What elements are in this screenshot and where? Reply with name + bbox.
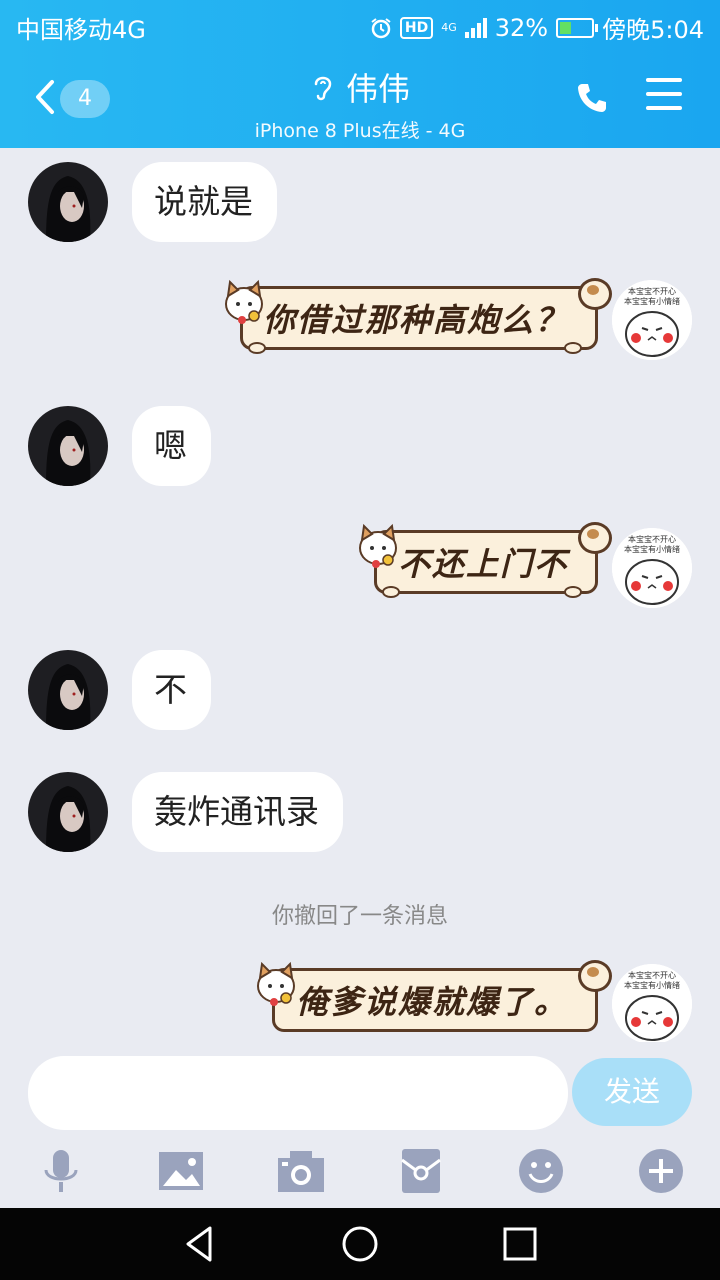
online-status: iPhone 8 Plus在线 - 4G (254, 120, 466, 142)
contact-avatar[interactable] (28, 772, 108, 852)
carrier-label: 中国移动4G (16, 16, 146, 44)
input-bar: 发送 (0, 1042, 720, 1208)
my-avatar[interactable]: 本宝宝不开心 本宝宝有小情绪 (612, 964, 692, 1042)
battery-percent: 32% (494, 13, 549, 42)
message-bubble[interactable]: 说就是 (132, 162, 277, 242)
message-bubble[interactable]: 嗯 (132, 406, 211, 486)
send-button[interactable]: 发送 (572, 1058, 692, 1126)
microphone-icon[interactable] (36, 1146, 86, 1196)
title-area: 伟伟 iPhone 8 Plus在线 - 4G (0, 64, 720, 143)
sticker-message[interactable]: 不还上门不 (354, 518, 612, 598)
contact-name: 伟伟 (345, 70, 410, 108)
system-navigation-bar (0, 1208, 720, 1280)
back-triangle-icon[interactable] (180, 1224, 220, 1264)
svg-text:本宝宝有小情绪: 本宝宝有小情绪 (624, 544, 680, 554)
signal-icon (464, 17, 487, 38)
message-text: 不 (154, 670, 187, 709)
recall-notice: 你撤回了一条消息 (271, 904, 448, 929)
contact-avatar[interactable] (28, 162, 108, 242)
message-text: 嗯 (154, 426, 187, 465)
nav-bar: 4 伟伟 iPhone 8 Plus在线 - 4G (0, 50, 720, 148)
message-text: 说就是 (154, 182, 253, 221)
alarm-icon (371, 17, 391, 38)
message-bubble[interactable]: 不 (132, 650, 211, 730)
status-bar: 中国移动4G HD 4G 32% 傍晚5:04 (0, 0, 720, 50)
contact-avatar[interactable] (28, 650, 108, 730)
sticker-text: 你借过那种高炮么？ (262, 301, 569, 339)
svg-text:本宝宝不开心: 本宝宝不开心 (628, 286, 676, 296)
top-bar: 中国移动4G HD 4G 32% 傍晚5:04 4 伟伟 iPhone 8 Pl… (0, 0, 720, 148)
clock: 傍晚5:04 (602, 16, 704, 44)
svg-text:本宝宝有小情绪: 本宝宝有小情绪 (624, 296, 680, 306)
phone-icon[interactable] (574, 80, 610, 116)
sticker-message[interactable]: 俺爹说爆就爆了。 (252, 956, 612, 1036)
message-text: 轰炸通讯录 (154, 792, 319, 831)
message-input[interactable] (28, 1056, 568, 1130)
toolbar (0, 1146, 720, 1198)
svg-text:本宝宝不开心: 本宝宝不开心 (628, 534, 676, 544)
sticker-text: 俺爹说爆就爆了。 (295, 983, 568, 1021)
recent-apps-icon[interactable] (500, 1224, 540, 1264)
my-avatar[interactable]: 本宝宝不开心 本宝宝有小情绪 (612, 280, 692, 360)
red-packet-icon[interactable] (396, 1146, 446, 1196)
contact-avatar[interactable] (28, 406, 108, 486)
home-circle-icon[interactable] (340, 1224, 380, 1264)
message-bubble[interactable]: 轰炸通讯录 (132, 772, 343, 852)
menu-icon[interactable] (646, 78, 682, 112)
camera-icon[interactable] (276, 1146, 326, 1196)
hd-badge: HD (399, 16, 434, 39)
image-icon[interactable] (156, 1146, 206, 1196)
svg-text:本宝宝有小情绪: 本宝宝有小情绪 (624, 980, 680, 990)
ear-icon (314, 76, 332, 101)
svg-text:本宝宝不开心: 本宝宝不开心 (628, 970, 676, 980)
network-label: 4G (441, 21, 457, 34)
sticker-message[interactable]: 你借过那种高炮么？ (220, 274, 612, 354)
battery-icon (556, 17, 599, 38)
my-avatar[interactable]: 本宝宝不开心 本宝宝有小情绪 (612, 528, 692, 608)
emoji-icon[interactable] (516, 1146, 566, 1196)
sticker-text: 不还上门不 (397, 545, 568, 583)
chat-area[interactable]: 说就是 你借过那种高炮么？ 本宝宝不开心 本宝宝有小情绪 嗯 不还上门不 本宝宝不… (0, 148, 720, 1042)
plus-icon[interactable] (636, 1146, 686, 1196)
contact-title[interactable]: 伟伟 (310, 64, 410, 110)
status-icons: HD 4G 32% 傍晚5:04 (370, 10, 704, 45)
